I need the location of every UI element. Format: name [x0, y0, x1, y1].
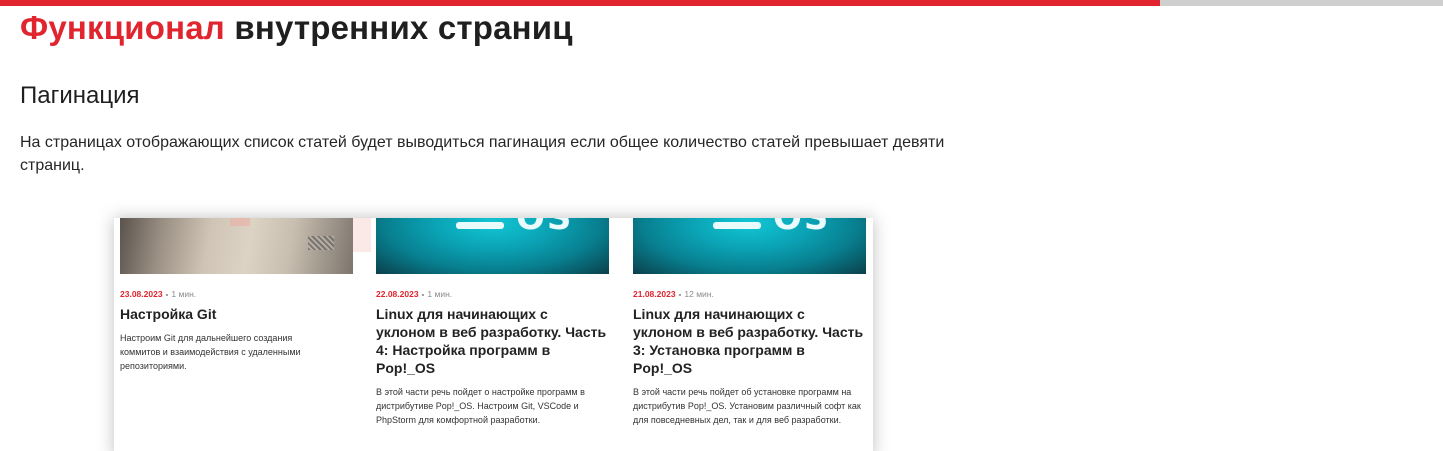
meta-separator: -	[421, 289, 425, 299]
article-date: 22.08.2023	[376, 289, 419, 299]
article-title-link[interactable]: Linux для начинающих с уклоном в веб раз…	[633, 305, 866, 377]
stamp-icon	[308, 236, 334, 250]
article-read-time: 1 мин.	[171, 289, 197, 299]
pop-os-logo-bar	[456, 222, 504, 229]
article-title-link[interactable]: Linux для начинающих с уклоном в веб раз…	[376, 305, 609, 377]
article-description: В этой части речь пойдет об установке пр…	[633, 387, 861, 425]
article-read-time: 12 мин.	[684, 289, 714, 299]
article-date: 23.08.2023	[120, 289, 163, 299]
article-meta: 21.08.2023-12 мин.	[633, 288, 866, 300]
article-title-link[interactable]: Настройка Git	[120, 305, 353, 323]
article-meta: 22.08.2023-1 мин.	[376, 288, 609, 300]
meta-separator: -	[678, 289, 682, 299]
article-read-time: 1 мин.	[427, 289, 453, 299]
section-title: Пагинация	[20, 82, 140, 109]
article-description: В этой части речь пойдет о настройке про…	[376, 387, 585, 425]
page-title-accent: Функционал	[20, 9, 225, 46]
page-title: Функционал внутренних страниц	[20, 8, 573, 48]
article-date: 21.08.2023	[633, 289, 676, 299]
article-card[interactable]: 23.08.2023-1 мин. Настройка Git Настроим…	[120, 218, 353, 373]
pop-os-logo-glyph: OS	[516, 218, 574, 238]
page-title-rest: внутренних страниц	[234, 9, 573, 46]
article-thumbnail[interactable]: OS	[376, 218, 609, 274]
decorative-mark	[230, 218, 250, 226]
pop-os-logo-glyph: OS	[773, 218, 831, 238]
pagination-screenshot: 23.08.2023-1 мин. Настройка Git Настроим…	[114, 218, 873, 451]
decorative-pink-block	[353, 218, 371, 252]
reading-progress-fill	[0, 0, 1161, 6]
article-description: Настроим Git для дальнейшего создания ко…	[120, 333, 301, 371]
meta-separator: -	[165, 289, 169, 299]
article-meta: 23.08.2023-1 мин.	[120, 288, 353, 300]
pop-os-logo-bar	[713, 222, 761, 229]
article-thumbnail[interactable]: OS	[633, 218, 866, 274]
article-thumbnail[interactable]	[120, 218, 353, 274]
section-paragraph: На страницах отображающих список статей …	[20, 134, 945, 174]
reading-progress-bar	[0, 0, 1443, 6]
article-card[interactable]: OS 21.08.2023-12 мин. Linux для начинающ…	[633, 218, 866, 427]
article-card[interactable]: OS 22.08.2023-1 мин. Linux для начинающи…	[376, 218, 609, 427]
